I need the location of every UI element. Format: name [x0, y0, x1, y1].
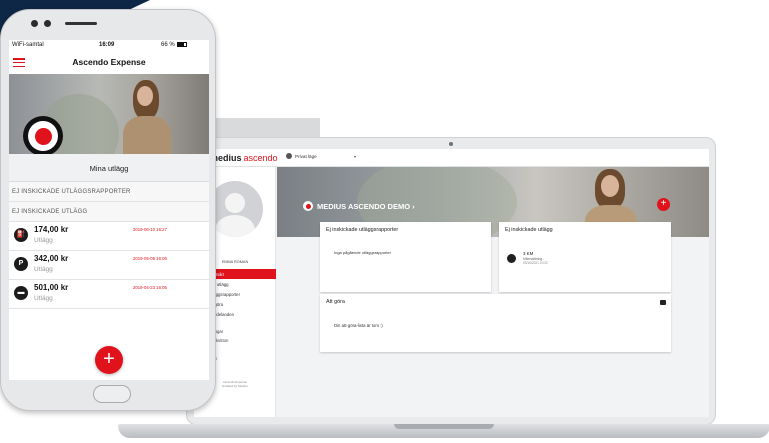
medius-logo-mark-icon [23, 116, 63, 154]
parking-icon: P [14, 257, 28, 271]
expense-item-date: 03/16/2021 10:22 [523, 261, 548, 265]
expense-date: 2019-06-10 16:27 [133, 227, 167, 232]
expense-item-title[interactable]: 3 KM [523, 251, 533, 256]
card-unsent-expenses: Ej inskickade utlägg 3 KM Milersättning … [499, 222, 671, 292]
card-title: Ej inskickade utläggsrapporter [326, 227, 399, 233]
fuel-icon: ⛽ [14, 228, 28, 242]
mobile-hero-banner [9, 74, 209, 154]
status-bar: WiFi-samtal 16:09 66 % [9, 40, 209, 52]
chevron-down-icon[interactable]: ▾ [354, 154, 356, 159]
web-app-screen: mediusascendo Privat läge ▾ EMMA ROMAN Ö… [194, 149, 709, 417]
web-topbar: medius ascendo Privat läge ▾ [194, 149, 709, 167]
card-empty-text: Inga pågående utläggsrapporter [334, 250, 391, 255]
car-icon [507, 254, 516, 263]
expense-date: 2019-05-09 16:06 [133, 256, 167, 261]
laptop-notch [394, 424, 494, 429]
phone: WiFi-samtal 16:09 66 % Ascendo Expense M… [0, 9, 216, 411]
message-icon[interactable] [660, 300, 666, 305]
section-unsent-expenses: EJ INSKICKADE UTLÄGG [9, 202, 209, 222]
expense-type: Utlägg [34, 295, 53, 302]
carrier-label: WiFi-samtal [12, 42, 44, 48]
section-unsent-reports[interactable]: EJ INSKICKADE UTLÄGGSRAPPORTER [9, 182, 209, 202]
list-item[interactable]: P 342,00 kr Utlägg 2019-05-09 16:06 [9, 251, 209, 280]
add-expense-button[interactable]: + [95, 346, 123, 374]
expense-amount: 174,00 kr [34, 225, 69, 234]
expense-type: Utlägg [34, 266, 53, 273]
hero-photo [119, 78, 179, 154]
add-expense-button[interactable]: + [657, 198, 670, 211]
speaker [65, 22, 97, 25]
app-title: Ascendo Expense [72, 57, 146, 67]
expense-type: Utlägg [34, 237, 53, 244]
card-title: Att göra [326, 299, 345, 305]
battery-icon [176, 42, 187, 47]
battery-percent: 66 % [161, 42, 175, 48]
laptop-camera [449, 142, 453, 146]
subheader-title: Mina utlägg [89, 164, 129, 173]
card-todo: Att göra Din att-göra-lista är tom :) [320, 294, 671, 352]
hamburger-menu-icon[interactable] [13, 58, 25, 67]
company-link[interactable]: MEDIUS ASCENDO DEMO › [303, 201, 415, 211]
laptop: mediusascendo Privat läge ▾ EMMA ROMAN Ö… [186, 137, 716, 425]
laptop-base [118, 424, 769, 438]
sensor [44, 20, 51, 27]
mode-selector[interactable]: Privat läge [286, 153, 317, 159]
front-camera [31, 20, 38, 27]
card-empty-text: Din att-göra-lista är tom :) [334, 323, 383, 328]
home-button[interactable] [93, 385, 131, 403]
expense-date: 2019-04-23 16:05 [133, 285, 167, 290]
mode-label: Privat läge [295, 153, 317, 159]
logo-mark-icon [303, 201, 313, 211]
subheader: Mina utlägg [9, 154, 209, 182]
battery-indicator: 66 % [161, 42, 187, 48]
card-unsent-reports: Ej inskickade utläggsrapporter Inga pågå… [320, 222, 491, 292]
mobile-app-screen: WiFi-samtal 16:09 66 % Ascendo Expense M… [9, 40, 209, 380]
hotel-icon: ▬ [14, 286, 28, 300]
phone-top-bezel [31, 20, 97, 27]
logo-text-ascendo: ascendo [243, 153, 278, 163]
clock: 16:09 [99, 42, 115, 48]
list-item[interactable]: ⛽ 174,00 kr Utlägg 2019-06-10 16:27 [9, 222, 209, 251]
list-item[interactable]: ▬ 501,00 kr Utlägg 2019-04-23 16:05 [9, 280, 209, 309]
app-bar: Ascendo Expense [9, 52, 209, 74]
expense-amount: 342,00 kr [34, 254, 69, 263]
card-title: Ej inskickade utlägg [505, 227, 553, 233]
company-name: MEDIUS ASCENDO DEMO › [317, 201, 415, 211]
expense-amount: 501,00 kr [34, 283, 69, 292]
globe-icon [286, 153, 292, 159]
